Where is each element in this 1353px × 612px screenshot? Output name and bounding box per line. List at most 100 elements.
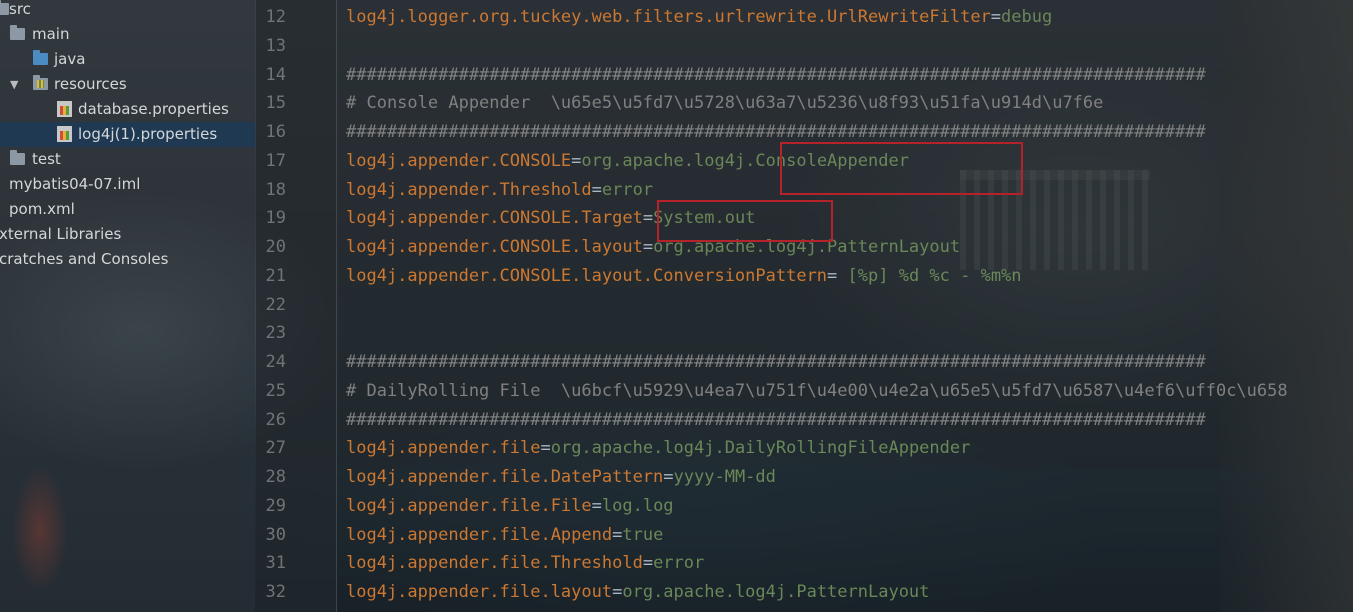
tree-item-test[interactable]: test <box>0 147 255 172</box>
tree-item-log4j-properties[interactable]: log4j(1).properties <box>0 122 255 147</box>
code-text: log4j.appender.Threshold=error <box>346 176 653 205</box>
code-text: ########################################… <box>346 61 1206 90</box>
equals-sign: = <box>642 553 654 574</box>
line-number: 31 <box>265 553 286 574</box>
code-line[interactable]: 26 ######################################… <box>256 406 1353 435</box>
code-line[interactable]: 25 # DailyRolling File \u6bcf\u5929\u4ea7… <box>256 377 1353 406</box>
line-number: 18 <box>265 179 286 200</box>
code-text: # DailyRolling File \u6bcf\u5929\u4ea7\u… <box>346 377 1288 406</box>
code-text: log4j.appender.file.Threshold=error <box>346 549 704 578</box>
code-line[interactable]: 32 log4j.appender.file.layout=org.apache.… <box>256 578 1353 607</box>
equals-sign: = <box>612 524 623 545</box>
property-value: org.apache.log4j.DailyRollingFileAppende… <box>550 438 971 459</box>
code-text: # Console Appender \u65e5\u5fd7\u5728\u6… <box>346 89 1103 118</box>
tree-item-src[interactable]: src <box>0 0 255 22</box>
source-folder-icon <box>33 50 48 65</box>
line-number: 19 <box>265 208 286 229</box>
highlight-box-system-out <box>657 200 833 242</box>
comment-text: ########################################… <box>346 352 1206 372</box>
code-line[interactable]: 30 log4j.appender.file.Append=true <box>256 521 1353 550</box>
line-number: 20 <box>265 237 286 257</box>
tree-item-scratches[interactable]: cratches and Consoles <box>0 247 255 272</box>
line-number: 29 <box>265 495 286 516</box>
line-number: 15 <box>265 93 286 114</box>
property-key: log4j.appender.Threshold <box>346 179 592 200</box>
code-line[interactable]: 15 # Console Appender \u65e5\u5fd7\u5728\… <box>256 89 1353 118</box>
line-number: 17 <box>265 150 286 171</box>
line-number: 32 <box>265 582 286 602</box>
property-key: log4j.appender.CONSOLE.layout.Conversion… <box>346 265 828 286</box>
code-line[interactable]: 29 log4j.appender.file.File=log.log <box>256 492 1353 521</box>
code-text: ########################################… <box>346 118 1206 147</box>
comment-text: ########################################… <box>346 64 1206 85</box>
tree-item-java[interactable]: java <box>0 47 255 72</box>
comment-text: ########################################… <box>346 409 1206 430</box>
line-number: 21 <box>265 265 286 286</box>
line-number: 12 <box>265 7 286 27</box>
line-number: 22 <box>265 294 286 315</box>
folder-icon <box>10 150 25 165</box>
code-text: log4j.appender.file.Append=true <box>346 521 663 550</box>
folder-icon <box>10 25 25 40</box>
equals-sign: = <box>642 208 654 229</box>
code-text: log4j.appender.file.layout=org.apache.lo… <box>346 578 929 607</box>
property-value: log.log <box>601 495 674 516</box>
comment-text: # Console Appender \u65e5\u5fd7\u5728\u6… <box>346 93 1104 114</box>
code-line[interactable]: 13 <box>256 32 1353 61</box>
code-line[interactable]: 14 ######################################… <box>256 61 1353 90</box>
code-line[interactable]: 28 log4j.appender.file.DatePattern=yyyy-M… <box>256 463 1353 492</box>
equals-sign: = <box>591 495 602 516</box>
background-warrior <box>0 430 80 612</box>
comment-text: ########################################… <box>346 122 1206 142</box>
code-line[interactable]: 27 log4j.appender.file=org.apache.log4j.D… <box>256 434 1353 463</box>
code-line[interactable]: 12 log4j.logger.org.tuckey.web.filters.ur… <box>256 3 1353 32</box>
property-value: error <box>601 179 654 200</box>
line-number: 27 <box>265 438 286 459</box>
code-line[interactable]: 31 log4j.appender.file.Threshold=error <box>256 549 1353 578</box>
line-number: 16 <box>265 122 286 142</box>
code-text: log4j.appender.file.DatePattern=yyyy-MM-… <box>346 463 776 492</box>
property-key: log4j.appender.file <box>346 438 541 459</box>
property-key: log4j.appender.file.DatePattern <box>346 467 664 487</box>
comment-text: # DailyRolling File \u6bcf\u5929\u4ea7\u… <box>346 380 1288 401</box>
property-key: log4j.appender.CONSOLE.Target <box>346 208 643 229</box>
code-text: ########################################… <box>346 406 1206 435</box>
equals-sign: = <box>663 467 674 487</box>
tree-item-pom[interactable]: pom.xml <box>0 197 255 222</box>
chevron-down-icon[interactable]: ▼ <box>10 72 18 97</box>
property-key: log4j.appender.file.Append <box>346 524 613 545</box>
property-value: org.apache.log4j.PatternLayout <box>622 582 930 602</box>
property-key: log4j.appender.CONSOLE.layout <box>346 237 643 257</box>
property-key: log4j.appender.file.File <box>346 495 592 516</box>
properties-file-icon <box>57 101 72 117</box>
code-text: log4j.appender.CONSOLE.layout=org.apache… <box>346 233 960 262</box>
property-key: log4j.appender.CONSOLE <box>346 150 572 171</box>
code-text: ########################################… <box>346 348 1206 377</box>
code-text: log4j.logger.org.tuckey.web.filters.urlr… <box>346 3 1052 32</box>
property-value: debug <box>1001 7 1053 27</box>
tree-item-external-libraries[interactable]: xternal Libraries <box>0 222 255 247</box>
code-line[interactable]: 23 <box>256 319 1353 348</box>
resources-folder-icon <box>33 75 48 90</box>
folder-icon <box>0 0 9 15</box>
tree-item-database-properties[interactable]: database.properties <box>0 97 255 122</box>
code-text: log4j.appender.file.File=log.log <box>346 492 674 521</box>
property-value: yyyy-MM-dd <box>673 467 776 487</box>
property-key: log4j.appender.file.Threshold <box>346 553 643 574</box>
code-line[interactable]: 21 log4j.appender.CONSOLE.layout.Conversi… <box>256 262 1353 291</box>
line-number: 23 <box>265 323 286 344</box>
tree-item-resources[interactable]: ▼ resources <box>0 72 255 97</box>
property-value: error <box>653 553 705 574</box>
code-text: log4j.appender.CONSOLE.layout.Conversion… <box>346 262 1022 291</box>
equals-sign: = <box>540 438 551 459</box>
line-number: 30 <box>265 524 286 545</box>
project-tree-panel: src main java ▼ resources database.prope… <box>0 0 255 612</box>
line-number: 13 <box>265 35 286 56</box>
property-key: log4j.appender.file.layout <box>346 582 613 602</box>
code-line[interactable]: 24 ######################################… <box>256 348 1353 377</box>
line-number: 28 <box>265 467 286 487</box>
tree-item-iml[interactable]: mybatis04-07.iml <box>0 172 255 197</box>
properties-file-icon <box>57 126 72 142</box>
tree-item-main[interactable]: main <box>0 22 255 47</box>
code-line[interactable]: 22 <box>256 291 1353 320</box>
